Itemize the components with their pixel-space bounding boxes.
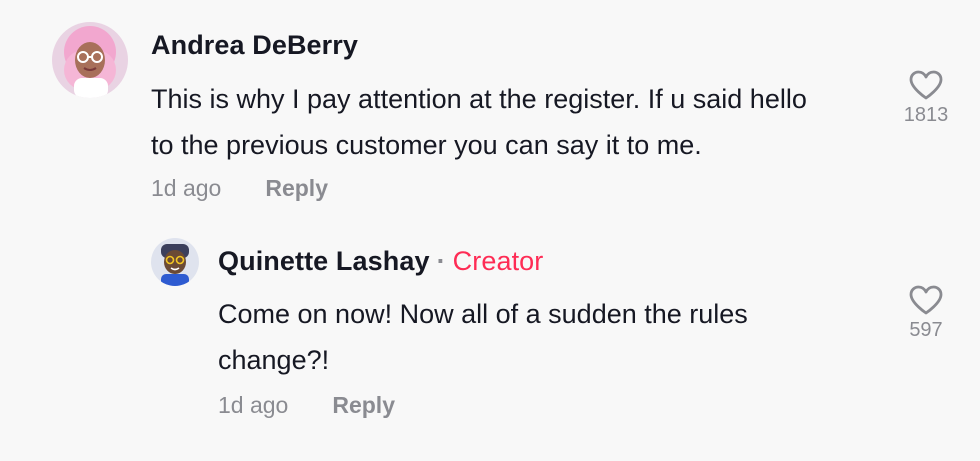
like-count: 597 <box>909 319 943 341</box>
reply-button[interactable]: Reply <box>265 175 328 201</box>
reply-text-line: Come on now! Now all of a sudden the rul… <box>218 299 748 329</box>
comment-text: This is why I pay attention at the regis… <box>151 76 891 168</box>
reply-text-line: change?! <box>218 345 330 375</box>
avatar[interactable] <box>151 238 199 286</box>
comment-text-line: This is why I pay attention at the regis… <box>151 84 807 114</box>
reply-text: Come on now! Now all of a sudden the rul… <box>218 291 858 383</box>
like-button[interactable]: 1813 <box>896 70 956 127</box>
comment-text-line: to the previous customer you can say it … <box>151 130 702 160</box>
avatar[interactable] <box>52 22 128 98</box>
comment-username[interactable]: Andrea DeBerry <box>151 30 358 61</box>
heart-icon <box>909 285 943 315</box>
timestamp: 1d ago <box>151 175 222 201</box>
separator-dot: · <box>436 246 446 276</box>
reply-username-row: Quinette Lashay · Creator <box>218 246 543 277</box>
like-button[interactable]: 597 <box>896 285 956 342</box>
reply-button[interactable]: Reply <box>332 392 395 418</box>
creator-badge: Creator <box>452 246 544 276</box>
heart-icon <box>909 70 943 100</box>
comment-meta: 1d ago Reply <box>151 175 328 202</box>
reply-meta: 1d ago Reply <box>218 392 395 419</box>
reply-username[interactable]: Quinette Lashay <box>218 246 430 276</box>
like-count: 1813 <box>903 104 949 126</box>
timestamp: 1d ago <box>218 392 289 418</box>
